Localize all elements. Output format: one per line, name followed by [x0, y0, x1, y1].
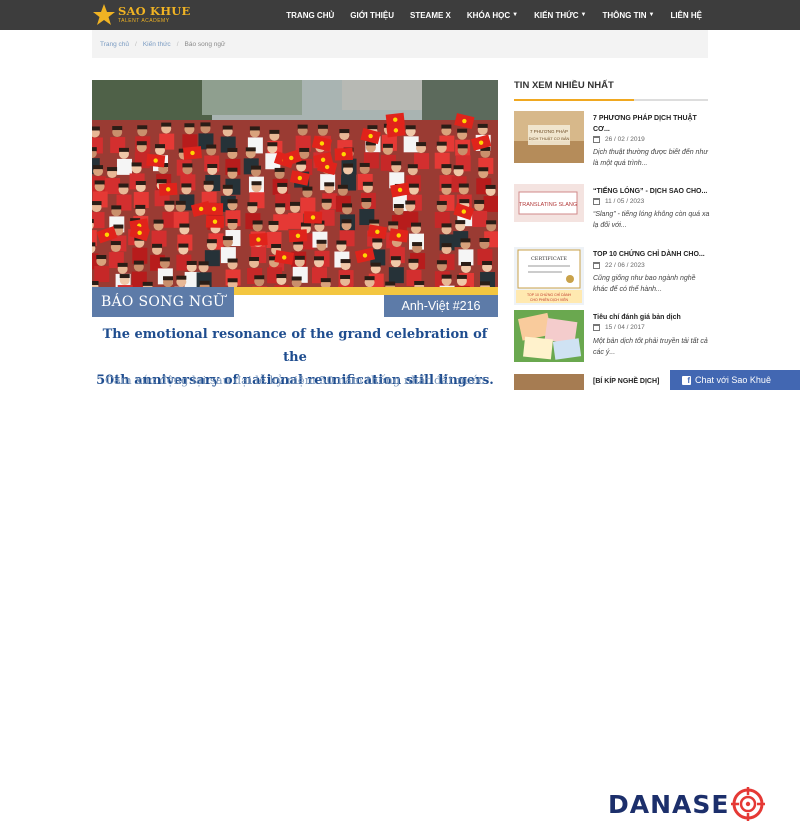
svg-text:TRANSLATING SLANG: TRANSLATING SLANG: [519, 202, 577, 208]
breadcrumb-separator: /: [177, 41, 179, 48]
watermark-band: DANASE: [0, 390, 800, 450]
breadcrumb: Trang chủ / Kiến thức / Báo song ngữ: [92, 30, 708, 58]
crowd-photo: [92, 80, 498, 287]
logo-subtitle: TALENT ACADEMY: [118, 19, 191, 24]
chevron-down-icon: ▼: [512, 12, 518, 18]
chevron-down-icon: ▼: [648, 12, 654, 18]
post-title[interactable]: “TIẾNG LÓNG” - DỊCH SAO CHO...: [593, 186, 710, 197]
chat-button[interactable]: f Chat với Sao Khuê: [670, 370, 800, 390]
star-icon: [92, 3, 116, 27]
nav-lien-he[interactable]: LIÊN HỆ: [670, 11, 702, 20]
nav-gioi-thieu[interactable]: GIỚI THIỆU: [350, 11, 394, 20]
calendar-icon: [593, 198, 600, 205]
thumb-text: 7 PHƯƠNG PHÁP: [530, 128, 568, 134]
svg-text:CHO PHIÊN DỊCH VIÊN: CHO PHIÊN DỊCH VIÊN: [530, 297, 569, 302]
post-description: “Slang” - tiếng lóng không còn quá xa lạ…: [593, 209, 710, 231]
nav-kien-thuc[interactable]: KIẾN THỨC▼: [534, 11, 586, 20]
target-o-icon: [730, 786, 766, 822]
post-title[interactable]: [BÍ KÍP NGHỀ DỊCH] Hướng dẫn: [593, 376, 673, 387]
post-date: 26 / 02 / 2019: [593, 136, 645, 143]
article-image-subtitle: Cảm xúc động lại sau đại lễ kỷ niệm 50 n…: [92, 373, 498, 387]
calendar-icon: [593, 324, 600, 331]
post-thumbnail[interactable]: TRANSLATING SLANG: [514, 184, 584, 236]
yellow-strip: [234, 287, 498, 295]
danaseo-logo: DANASE: [608, 787, 766, 821]
facebook-icon: f: [682, 376, 691, 385]
nav-steame-x[interactable]: STEAME X: [410, 11, 451, 20]
top-navbar: SAO KHUE TALENT ACADEMY TRANG CHỦ GIỚI T…: [0, 0, 800, 30]
breadcrumb-separator: /: [135, 41, 137, 48]
chat-button-label: Chat với Sao Khuê: [695, 375, 771, 385]
post-date: 11 / 05 / 2023: [593, 198, 644, 205]
svg-text:TOP 10 CHỨNG CHỈ DÀNH: TOP 10 CHỨNG CHỈ DÀNH: [527, 292, 572, 297]
post-title[interactable]: Tiêu chí đánh giá bản dịch: [593, 312, 710, 323]
post-thumbnail[interactable]: 7 PHƯƠNG PHÁP DỊCH THUẬT CƠ BẢN: [514, 111, 584, 163]
chevron-down-icon: ▼: [581, 12, 587, 18]
sidebar-divider-accent: [514, 99, 634, 101]
post-title[interactable]: 7 PHƯƠNG PHÁP DỊCH THUẬT CƠ...: [593, 113, 710, 135]
breadcrumb-current: Báo song ngữ: [185, 41, 226, 48]
post-thumbnail[interactable]: [514, 310, 584, 362]
nav-trang-chu[interactable]: TRANG CHỦ: [286, 11, 334, 20]
site-logo[interactable]: SAO KHUE TALENT ACADEMY: [92, 2, 191, 28]
sidebar-post[interactable]: Tiêu chí đánh giá bản dịch 15 / 04 / 201…: [514, 310, 710, 368]
nav-khoa-hoc[interactable]: KHÓA HỌC▼: [467, 11, 518, 20]
category-label: BÁO SONG NGỮ: [92, 287, 234, 317]
svg-text:DỊCH THUẬT CƠ BẢN: DỊCH THUẬT CƠ BẢN: [529, 136, 570, 141]
sidebar-title: TIN XEM NHIỀU NHẤT: [514, 80, 708, 97]
post-title[interactable]: TOP 10 CHỨNG CHỈ DÀNH CHO...: [593, 249, 710, 260]
label-band: BÁO SONG NGỮ Anh-Việt #216: [92, 287, 498, 317]
article-featured-image[interactable]: BÁO SONG NGỮ Anh-Việt #216 The emotional…: [92, 80, 498, 390]
post-description: Cũng giống như bao ngành nghề khác để có…: [593, 273, 710, 295]
issue-label: Anh-Việt #216: [384, 295, 498, 317]
post-date: 22 / 06 / 2023: [593, 262, 645, 269]
calendar-icon: [593, 262, 600, 269]
sidebar-post[interactable]: CERTIFICATE TOP 10 CHỨNG CHỈ DÀNH CHO PH…: [514, 247, 710, 305]
sidebar-post[interactable]: TRANSLATING SLANG “TIẾNG LÓNG” - DỊCH SA…: [514, 184, 710, 242]
breadcrumb-home[interactable]: Trang chủ: [100, 41, 129, 48]
post-date: 15 / 04 / 2017: [593, 324, 645, 331]
svg-text:CERTIFICATE: CERTIFICATE: [531, 256, 567, 262]
main-nav: TRANG CHỦ GIỚI THIỆU STEAME X KHÓA HỌC▼ …: [270, 0, 702, 30]
post-description: Một bản dịch tốt phải truyền tải tất cả …: [593, 336, 710, 358]
nav-thong-tin[interactable]: THÔNG TIN▼: [602, 11, 654, 20]
post-description: Dịch thuật thường được biết đến như là m…: [593, 147, 710, 169]
breadcrumb-kien-thuc[interactable]: Kiến thức: [143, 41, 171, 48]
post-thumbnail[interactable]: CERTIFICATE TOP 10 CHỨNG CHỈ DÀNH CHO PH…: [514, 247, 584, 305]
calendar-icon: [593, 136, 600, 143]
logo-title: SAO KHUE: [118, 6, 191, 18]
sidebar-post[interactable]: 7 PHƯƠNG PHÁP DỊCH THUẬT CƠ BẢN 7 PHƯƠNG…: [514, 111, 710, 169]
